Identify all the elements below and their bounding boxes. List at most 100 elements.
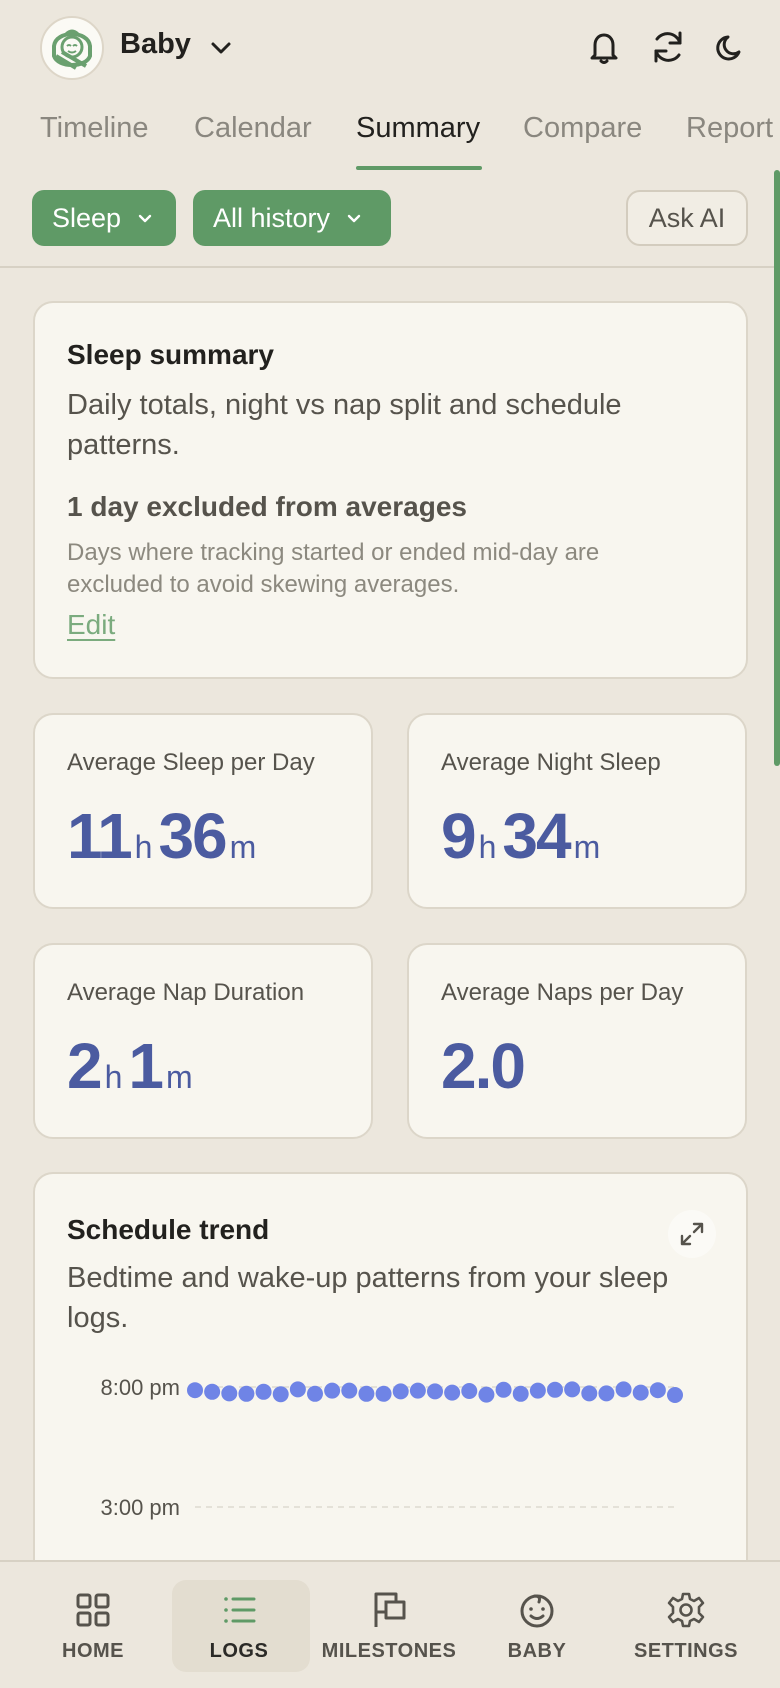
trend-description: Bedtime and wake-up patterns from your s… [67, 1262, 669, 1334]
sync-icon[interactable] [647, 26, 689, 68]
stat-hours: 11 [67, 800, 133, 872]
bedtime-point[interactable] [255, 1383, 272, 1400]
range-dropdown-label: All history [213, 202, 331, 233]
bedtime-point[interactable] [478, 1386, 495, 1403]
bedtime-point[interactable] [461, 1383, 478, 1399]
nav-label: HOME [62, 1640, 124, 1662]
stat-number: 2.0 [441, 1030, 526, 1102]
bedtime-point[interactable] [444, 1384, 461, 1401]
bedtime-point[interactable] [375, 1385, 392, 1402]
stat-hours-unit: h [134, 829, 153, 865]
bedtime-point[interactable] [409, 1382, 426, 1399]
summary-title: Sleep summary [67, 339, 274, 370]
bedtime-point[interactable] [238, 1385, 255, 1402]
stat-minutes-unit: m [573, 829, 601, 865]
stat-label: Average Nap Duration [67, 979, 305, 1006]
chevron-down-icon [347, 214, 361, 223]
scrollbar-thumb[interactable] [774, 170, 780, 766]
y-tick-label: 3:00 pm [101, 1495, 181, 1520]
y-tick-label: 8:00 pm [101, 1375, 181, 1400]
flag-icon [374, 1592, 406, 1627]
top-header: Baby [0, 0, 780, 96]
stat-minutes-unit: m [229, 829, 257, 865]
bedtime-point[interactable] [564, 1381, 581, 1398]
bedtime-point[interactable] [547, 1381, 563, 1398]
bedtime-point[interactable] [615, 1381, 632, 1398]
sleep-summary-card: Sleep summary Daily totals, night vs nap… [33, 301, 748, 679]
baby-avatar[interactable] [40, 16, 104, 80]
ask-ai-button[interactable]: Ask AI [626, 190, 748, 246]
stat-hours: 2 [67, 1030, 103, 1102]
nav-label: LOGS [209, 1640, 269, 1662]
tab-compare[interactable]: Compare [523, 112, 642, 145]
baby-name[interactable]: Baby [120, 28, 191, 61]
stat-label: Average Night Sleep [441, 749, 661, 776]
bedtime-point[interactable] [221, 1385, 238, 1402]
view-tabs: Timeline Calendar Summary Compare Report [0, 100, 780, 172]
stat-minutes: 36 [158, 800, 227, 872]
grid-icon [76, 1593, 110, 1627]
stat-card-avg-naps-per-day: Average Naps per Day 2.0 [407, 943, 747, 1139]
nav-home[interactable]: HOME [18, 1562, 168, 1688]
swaddled-baby-icon [48, 24, 96, 72]
active-tab-indicator [356, 166, 482, 170]
stat-label: Average Sleep per Day [67, 749, 315, 776]
tab-report[interactable]: Report [686, 112, 773, 145]
nav-settings[interactable]: SETTINGS [611, 1562, 761, 1688]
nav-logs[interactable]: LOGS [164, 1562, 314, 1688]
bedtime-point[interactable] [392, 1383, 409, 1400]
chevron-down-icon [138, 214, 152, 223]
moon-icon[interactable] [710, 26, 752, 68]
bedtime-point[interactable] [358, 1385, 375, 1402]
stat-card-avg-sleep: Average Sleep per Day 11 h 36 m [33, 713, 373, 909]
stat-hours-unit: h [478, 829, 497, 865]
gear-icon [667, 1592, 705, 1628]
baby-switch-chevron-icon[interactable] [206, 33, 236, 63]
nav-milestones[interactable]: MILESTONES [314, 1562, 464, 1688]
bedtime-point[interactable] [512, 1385, 529, 1402]
bedtime-point[interactable] [272, 1386, 289, 1403]
stat-hours: 9 [441, 800, 477, 872]
filter-bar: Sleep All history Ask AI [0, 180, 780, 268]
nav-label: BABY [507, 1640, 567, 1662]
tab-summary[interactable]: Summary [356, 112, 480, 145]
expand-icon [680, 1222, 704, 1246]
bedtime-point[interactable] [204, 1383, 221, 1400]
stat-minutes: 1 [128, 1030, 164, 1102]
baby-face-icon [520, 1594, 554, 1628]
bedtime-point[interactable] [307, 1385, 323, 1402]
bedtime-point[interactable] [495, 1381, 512, 1398]
list-icon [224, 1597, 256, 1623]
category-dropdown[interactable]: Sleep [32, 190, 176, 246]
stat-value: 2 h 1 m [67, 1029, 199, 1103]
bedtime-point[interactable] [427, 1383, 443, 1400]
stat-card-avg-nap-duration: Average Nap Duration 2 h 1 m [33, 943, 373, 1139]
expand-chart-button[interactable] [668, 1210, 716, 1258]
bedtime-point[interactable] [187, 1382, 203, 1399]
stat-value: 11 h 36 m [67, 799, 262, 873]
tab-timeline[interactable]: Timeline [40, 112, 149, 145]
stat-minutes-unit: m [165, 1059, 193, 1095]
range-dropdown[interactable]: All history [193, 190, 391, 246]
bedtime-point[interactable] [598, 1385, 615, 1402]
category-dropdown-label: Sleep [52, 202, 122, 233]
bedtime-point[interactable] [581, 1385, 598, 1402]
bell-icon[interactable] [583, 26, 625, 68]
nav-label: MILESTONES [321, 1640, 457, 1662]
bedtime-point[interactable] [324, 1382, 341, 1399]
tab-calendar[interactable]: Calendar [194, 112, 312, 145]
app-root: Baby Timeline Calendar Summary Compare R… [0, 0, 780, 1688]
bedtime-point[interactable] [289, 1381, 306, 1398]
bedtime-point[interactable] [529, 1382, 546, 1399]
bedtime-point[interactable] [632, 1384, 649, 1401]
excluded-days-title: 1 day excluded from averages [67, 491, 467, 522]
bedtime-point[interactable] [341, 1382, 358, 1399]
trend-title: Schedule trend [67, 1214, 270, 1245]
bottom-navigation: HOME LOGS MILESTONES BABY SETTINGS [0, 1560, 780, 1688]
bedtime-point[interactable] [667, 1387, 683, 1403]
stat-label: Average Naps per Day [441, 979, 684, 1006]
schedule-trend-card: Schedule trend Bedtime and wake-up patte… [33, 1172, 748, 1612]
nav-baby[interactable]: BABY [462, 1562, 612, 1688]
edit-exclusions-link[interactable]: Edit [67, 609, 115, 641]
bedtime-point[interactable] [649, 1382, 666, 1399]
